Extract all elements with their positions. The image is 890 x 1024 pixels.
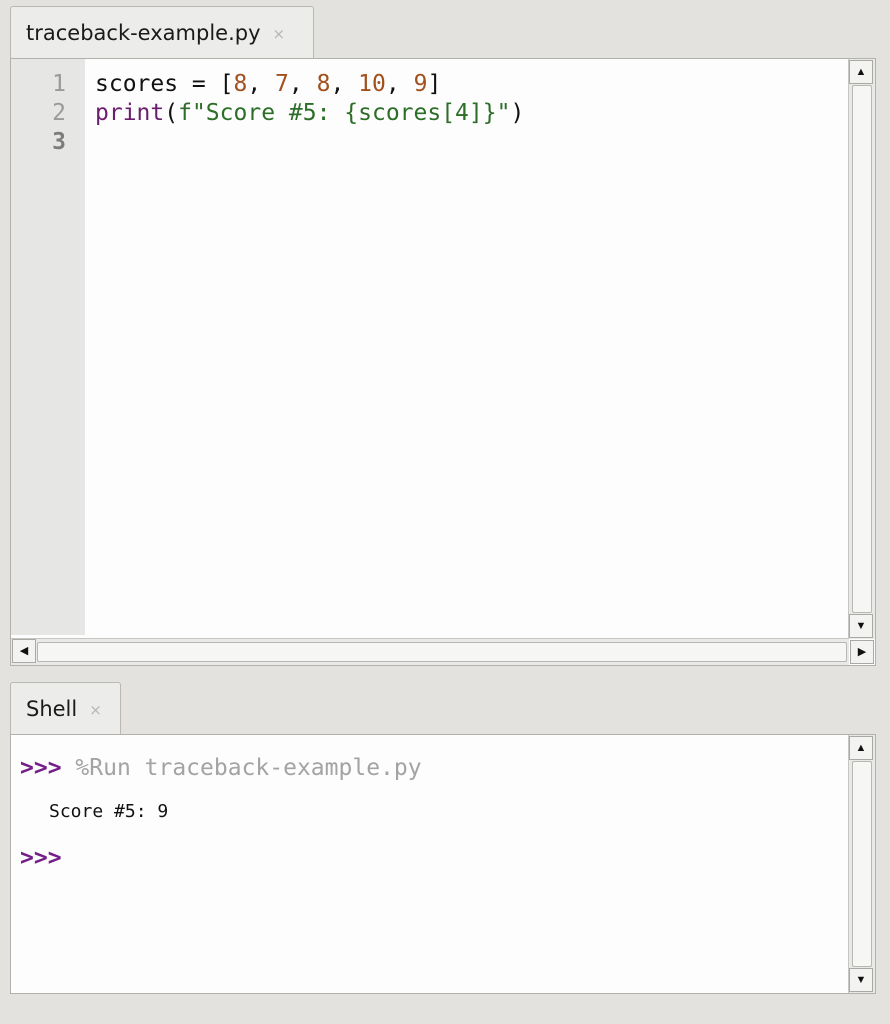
shell-command: %Run traceback-example.py xyxy=(75,755,422,781)
code-text: , xyxy=(330,71,359,97)
number-literal: 7 xyxy=(275,71,289,97)
number-literal: 8 xyxy=(316,71,331,97)
shell-pane[interactable]: >>> %Run traceback-example.py Score #5: … xyxy=(10,734,876,994)
tab-shell[interactable]: Shell × xyxy=(10,682,121,734)
scroll-down-button[interactable]: ▼ xyxy=(849,968,873,992)
close-tab-icon[interactable]: × xyxy=(89,701,102,719)
code-line-2[interactable]: print(f"Score #5: {scores[4]}") xyxy=(95,100,524,126)
shell-vertical-scrollbar[interactable]: ▲ ▼ xyxy=(848,735,875,993)
code-text: , xyxy=(247,71,276,97)
editor-pane[interactable]: 1 2 3 scores = [8, 7, 8, 10, 9] print(f"… xyxy=(10,58,876,666)
code-text: , xyxy=(385,71,414,97)
number-literal: 8 xyxy=(233,71,248,97)
code-line-1[interactable]: scores = [8, 7, 8, 10, 9] xyxy=(95,71,441,97)
number-literal: 9 xyxy=(413,71,428,97)
code-text: scores = [ xyxy=(95,71,234,97)
string-literal: f"Score #5: {scores[4]}" xyxy=(178,100,511,126)
scroll-up-button[interactable]: ▲ xyxy=(849,60,873,84)
close-tab-icon[interactable]: × xyxy=(273,25,286,43)
editor-horizontal-scrollbar[interactable]: ◀ xyxy=(11,638,849,665)
scroll-left-button[interactable]: ◀ xyxy=(12,639,36,663)
shell-prompt: >>> xyxy=(20,755,62,781)
tab-traceback-example[interactable]: traceback-example.py × xyxy=(10,6,314,58)
code-text: ) xyxy=(510,100,525,126)
tab-title: Shell xyxy=(26,696,78,721)
line-number-gutter: 1 2 3 xyxy=(11,59,85,635)
scroll-thumb[interactable] xyxy=(37,642,847,662)
line-number: 1 xyxy=(52,71,66,97)
scroll-right-button[interactable]: ▶ xyxy=(850,640,874,664)
line-number: 2 xyxy=(52,100,66,126)
number-literal: 10 xyxy=(358,71,386,97)
scroll-up-button[interactable]: ▲ xyxy=(849,736,873,760)
shell-input-line[interactable]: >>> xyxy=(20,845,62,871)
line-number-current: 3 xyxy=(52,129,66,155)
scroll-thumb[interactable] xyxy=(852,85,872,613)
editor-vertical-scrollbar[interactable]: ▲ ▼ xyxy=(848,59,875,639)
scroll-down-button[interactable]: ▼ xyxy=(849,614,873,638)
shell-output: Score #5: 9 xyxy=(49,801,169,822)
code-text: ] xyxy=(427,71,442,97)
code-text: ( xyxy=(164,100,179,126)
code-text: , xyxy=(288,71,317,97)
builtin-function: print xyxy=(95,100,165,126)
shell-command-line: >>> %Run traceback-example.py xyxy=(20,755,422,781)
tab-title: traceback-example.py xyxy=(26,20,261,45)
scroll-thumb[interactable] xyxy=(852,761,872,967)
shell-prompt: >>> xyxy=(20,845,62,871)
